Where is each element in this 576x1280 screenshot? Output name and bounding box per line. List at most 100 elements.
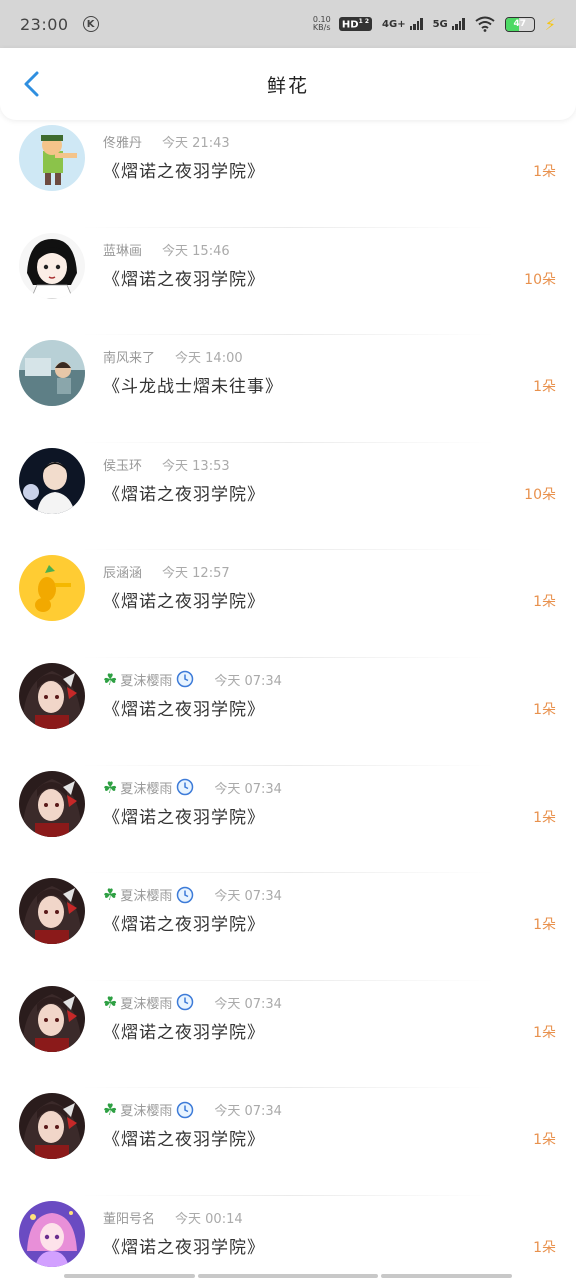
item-meta: ☘ 夏沫樱雨 今天 07:34: [103, 993, 282, 1012]
flower-count: 1朵: [533, 379, 556, 396]
book-title[interactable]: 《熠诺之夜羽学院》: [103, 695, 265, 720]
clover-icon: ☘: [103, 777, 118, 797]
item-time: 今天 13:53: [162, 458, 230, 474]
user-name[interactable]: 夏沫樱雨: [120, 1100, 172, 1119]
flower-count: 1朵: [533, 594, 556, 611]
clock-icon: [177, 1101, 194, 1119]
item-meta: ☘ 夏沫樱雨 今天 07:34: [103, 885, 282, 904]
net-speed-unit: KB/s: [312, 23, 331, 32]
avatar[interactable]: [19, 447, 85, 514]
wifi-icon: [475, 16, 495, 32]
book-title[interactable]: 《熠诺之夜羽学院》: [103, 587, 265, 612]
item-time: 今天 15:46: [162, 243, 230, 259]
list-item[interactable]: 蓝琳画 今天 15:46 《熠诺之夜羽学院》 10朵: [0, 228, 576, 336]
list-item[interactable]: ☘ 夏沫樱雨 今天 07:34 《熠诺之夜羽学院》 1朵: [0, 766, 576, 874]
list-item[interactable]: 佟雅丹 今天 21:43 《熠诺之夜羽学院》 1朵: [0, 120, 576, 228]
signal-5g-icon: 5G: [433, 18, 465, 30]
battery-icon: 47: [504, 16, 535, 32]
item-meta: 侯玉环 今天 13:53: [103, 455, 230, 474]
item-meta: ☘ 夏沫樱雨 今天 07:34: [103, 1100, 282, 1119]
user-name[interactable]: 董阳号名: [103, 1208, 155, 1227]
user-name[interactable]: 夏沫樱雨: [120, 670, 172, 689]
avatar[interactable]: [19, 232, 85, 299]
avatar[interactable]: [19, 770, 85, 837]
user-name[interactable]: 佟雅丹: [103, 132, 142, 151]
clover-icon: ☘: [103, 885, 118, 905]
item-meta: 蓝琳画 今天 15:46: [103, 240, 230, 259]
flower-count: 1朵: [533, 809, 556, 826]
book-title[interactable]: 《熠诺之夜羽学院》: [103, 480, 265, 505]
list-item[interactable]: ☘ 夏沫樱雨 今天 07:34 《熠诺之夜羽学院》 1朵: [0, 1088, 576, 1196]
avatar[interactable]: [19, 985, 85, 1052]
book-title[interactable]: 《斗龙战士熠未往事》: [103, 372, 283, 397]
avatar[interactable]: [19, 125, 85, 191]
status-bar: 23:00 K 0.10 KB/s HD1 2 4G+ 5G 47 ⚡: [0, 0, 576, 48]
user-name[interactable]: 夏沫樱雨: [120, 993, 172, 1012]
list-item[interactable]: ☘ 夏沫樱雨 今天 07:34 《熠诺之夜羽学院》 1朵: [0, 981, 576, 1089]
hd-sub: 1 2: [358, 17, 370, 25]
item-time: 今天 12:57: [162, 566, 230, 582]
user-name[interactable]: 辰涵涵: [103, 562, 142, 581]
user-name[interactable]: 夏沫樱雨: [120, 885, 172, 904]
flower-count: 1朵: [533, 1239, 556, 1256]
item-meta: ☘ 夏沫樱雨 今天 07:34: [103, 778, 282, 797]
k-badge-icon: K: [82, 16, 99, 32]
list-item[interactable]: ☘ 夏沫樱雨 今天 07:34 《熠诺之夜羽学院》 1朵: [0, 873, 576, 981]
flower-count: 1朵: [533, 164, 556, 180]
book-title[interactable]: 《熠诺之夜羽学院》: [103, 1233, 265, 1258]
back-arrow-icon[interactable]: [18, 70, 46, 98]
clock-icon: [177, 671, 194, 688]
avatar[interactable]: [19, 1093, 85, 1160]
clock-icon: [177, 778, 194, 796]
book-title[interactable]: 《熠诺之夜羽学院》: [103, 1125, 265, 1150]
flower-count: 10朵: [524, 486, 556, 503]
item-meta: 佟雅丹 今天 21:43: [103, 132, 230, 151]
clock-icon: [177, 886, 194, 903]
item-time: 今天 14:00: [175, 351, 243, 367]
signal-4g-icon: 4G+: [382, 18, 423, 30]
item-meta: 董阳号名 今天 00:14: [103, 1208, 243, 1227]
avatar[interactable]: [19, 1200, 85, 1267]
book-title[interactable]: 《熠诺之夜羽学院》: [103, 803, 265, 828]
item-meta: 辰涵涵 今天 12:57: [103, 562, 230, 581]
clover-icon: ☘: [103, 1100, 118, 1120]
header: 鲜花: [0, 48, 576, 120]
item-time: 今天 00:14: [175, 1211, 243, 1227]
avatar[interactable]: [19, 878, 85, 945]
avatar[interactable]: [19, 555, 85, 622]
item-time: 今天 07:34: [214, 673, 282, 689]
net-speed: 0.10 KB/s: [312, 16, 331, 32]
nav-bar-segment-right: [381, 1274, 512, 1278]
avatar[interactable]: [19, 662, 85, 729]
book-title[interactable]: 《熠诺之夜羽学院》: [103, 265, 265, 290]
flower-count: 1朵: [533, 1132, 556, 1149]
user-name[interactable]: 蓝琳画: [103, 240, 142, 259]
user-name[interactable]: 侯玉环: [103, 455, 142, 474]
flower-count: 1朵: [533, 917, 556, 934]
list-item[interactable]: ☘ 夏沫樱雨 今天 07:34 《熠诺之夜羽学院》 1朵: [0, 658, 576, 766]
hd-label: HD: [341, 19, 359, 31]
battery-level: 47: [513, 19, 527, 29]
clover-icon: ☘: [103, 669, 118, 689]
flower-list: 佟雅丹 今天 21:43 《熠诺之夜羽学院》 1朵 蓝琳画 今天 15:46 《熠诺之夜羽…: [0, 120, 576, 1280]
clock-icon: [177, 994, 194, 1011]
user-name[interactable]: 夏沫樱雨: [120, 778, 172, 797]
nav-bar-segment-middle: [198, 1274, 378, 1278]
book-title[interactable]: 《熠诺之夜羽学院》: [103, 1018, 265, 1043]
item-time: 今天 07:34: [214, 996, 282, 1012]
list-item[interactable]: 南风来了 今天 14:00 《斗龙战士熠未往事》 1朵: [0, 335, 576, 443]
item-meta: 南风来了 今天 14:00: [103, 347, 243, 366]
item-time: 今天 21:43: [162, 136, 230, 151]
list-item[interactable]: 董阳号名 今天 00:14 《熠诺之夜羽学院》 1朵: [0, 1196, 576, 1280]
book-title[interactable]: 《熠诺之夜羽学院》: [103, 157, 265, 182]
list-item[interactable]: 辰涵涵 今天 12:57 《熠诺之夜羽学院》 1朵: [0, 550, 576, 658]
list-item[interactable]: 侯玉环 今天 13:53 《熠诺之夜羽学院》 10朵: [0, 443, 576, 551]
user-name[interactable]: 南风来了: [103, 347, 155, 366]
item-time: 今天 07:34: [214, 889, 282, 905]
clover-icon: ☘: [103, 992, 118, 1012]
hd-icon: HD1 2: [338, 16, 373, 32]
flower-count: 1朵: [533, 1024, 556, 1041]
book-title[interactable]: 《熠诺之夜羽学院》: [103, 910, 265, 935]
net-4g-label: 4G+: [382, 19, 406, 30]
avatar[interactable]: [19, 340, 85, 407]
